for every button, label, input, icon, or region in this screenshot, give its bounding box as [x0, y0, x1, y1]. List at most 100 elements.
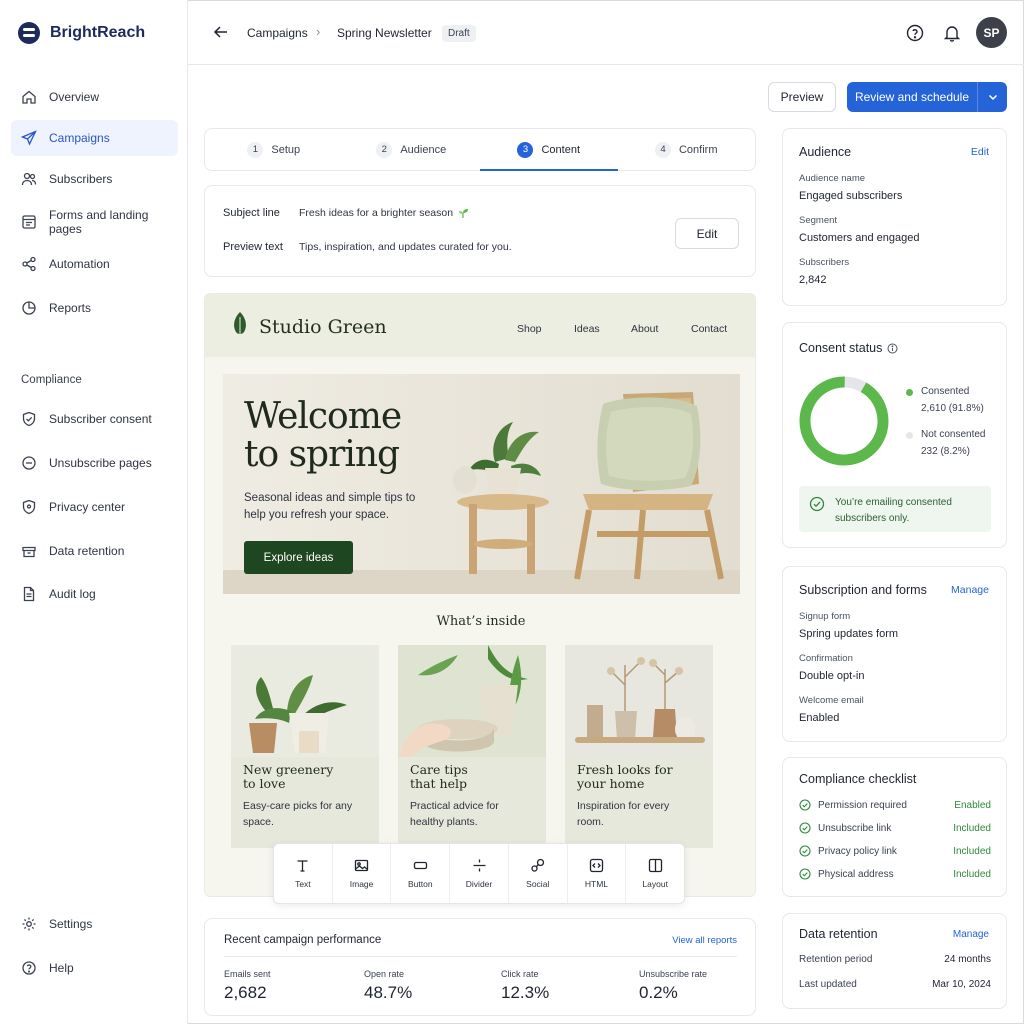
step-number: 4 [654, 141, 671, 158]
block-layout-button[interactable]: Layout [626, 844, 684, 903]
breadcrumb-current: Spring Newsletter [337, 26, 432, 40]
brand[interactable]: BrightReach [18, 22, 145, 44]
retention-period-label: Retention period [799, 954, 873, 965]
text-icon [297, 860, 308, 872]
performance-title: Recent campaign performance [224, 934, 382, 946]
block-button-button[interactable]: Button [391, 844, 451, 903]
archive-icon [22, 546, 36, 558]
block-social-button[interactable]: Social [509, 844, 568, 903]
review-and-schedule-button[interactable]: Review and schedule [847, 82, 1007, 112]
confirmation-value: Double opt-in [799, 670, 865, 682]
email-preview[interactable]: Studio Green Shop Ideas About Contact We… [204, 293, 756, 897]
sidebar-item-help[interactable]: Help [11, 950, 178, 986]
check-circle-icon [799, 868, 811, 880]
manage-subscription-link[interactable]: Manage [951, 584, 989, 596]
compliance-checklist-panel: Compliance checklist Permission required… [782, 757, 1007, 897]
tile-title-line-2: that help [410, 776, 467, 791]
checklist-item-label: Physical address [818, 868, 894, 880]
step-audience[interactable]: 2 Audience [343, 129, 481, 170]
code-icon [589, 858, 604, 873]
sidebar-item-forms[interactable]: Forms and landing pages [11, 204, 178, 240]
step-number: 2 [376, 141, 393, 158]
preview-button[interactable]: Preview [768, 82, 836, 112]
email-tile[interactable]: Care tips that help Practical advice for … [398, 645, 546, 848]
legend-not-consented-label: Not consented [921, 429, 986, 440]
sidebar-item-settings[interactable]: Settings [11, 906, 178, 942]
tool-label: Image [349, 879, 374, 889]
last-updated-value: Mar 10, 2024 [932, 979, 991, 990]
tile-title-line-1: Care tips [410, 762, 468, 777]
tile-title-line-1: New greenery [243, 762, 334, 777]
avatar[interactable]: SP [976, 17, 1007, 48]
view-all-reports-link[interactable]: View all reports [672, 935, 737, 946]
audience-name-label: Audience name [799, 173, 866, 184]
sidebar-item-reports[interactable]: Reports [11, 290, 178, 326]
sidebar-item-campaigns[interactable]: Campaigns [11, 120, 178, 156]
step-content[interactable]: 3 Content [480, 129, 618, 171]
whats-inside-heading: What’s inside [436, 614, 526, 629]
info-icon[interactable] [887, 343, 898, 354]
segment-label: Segment [799, 215, 838, 226]
divider-icon [473, 859, 486, 872]
sidebar-item-automation[interactable]: Automation [11, 246, 178, 282]
tool-label: HTML [584, 879, 609, 889]
email-nav-shop[interactable]: Shop [517, 323, 542, 335]
sidebar-item-subscriber-consent[interactable]: Subscriber consent [11, 401, 178, 437]
step-number: 3 [517, 141, 534, 158]
tile-description: Easy-care picks for any space. [243, 800, 353, 828]
sidebar-item-label: Audit log [49, 587, 96, 601]
checklist-item: Physical address Included [799, 866, 991, 882]
consent-notice-text: You’re emailing consented subscribers on… [835, 497, 952, 524]
tile-title: Fresh looks for your home [577, 763, 707, 791]
tile-title-line-1: Fresh looks for [577, 762, 673, 777]
last-updated-row: Last updated Mar 10, 2024 [799, 979, 991, 990]
block-text-button[interactable]: Text [274, 844, 333, 903]
legend-not-consented-dot [906, 432, 913, 439]
audience-name-value: Engaged subscribers [799, 190, 903, 202]
edit-subject-button[interactable]: Edit [675, 218, 739, 249]
form-icon [22, 215, 36, 229]
email-tile[interactable]: Fresh looks for your home Inspiration for… [565, 645, 713, 848]
arrow-left-icon[interactable] [212, 23, 230, 41]
divider [224, 956, 737, 957]
help-circle-icon[interactable] [905, 23, 925, 43]
email-nav-about[interactable]: About [631, 323, 658, 335]
sidebar-section-compliance: Compliance [21, 374, 82, 386]
checklist-item-label: Permission required [818, 799, 907, 811]
sidebar-item-subscribers[interactable]: Subscribers [11, 161, 178, 197]
tile-title-line-2: to love [243, 776, 286, 791]
schedule-dropdown-toggle[interactable] [977, 82, 1007, 112]
sidebar-item-data-retention[interactable]: Data retention [11, 533, 178, 569]
checklist-item-label: Unsubscribe link [818, 822, 892, 834]
preview-text-label: Preview text [223, 241, 283, 253]
manage-retention-link[interactable]: Manage [953, 929, 989, 940]
audience-panel: Audience Edit Audience name Engaged subs… [782, 128, 1007, 306]
block-divider-button[interactable]: Divider [450, 844, 509, 903]
explore-ideas-button[interactable]: Explore ideas [244, 541, 353, 574]
block-html-button[interactable]: HTML [568, 844, 627, 903]
step-setup[interactable]: 1 Setup [205, 129, 343, 170]
layout-columns-icon [648, 858, 662, 873]
brightreach-logo-icon [18, 22, 40, 44]
step-confirm[interactable]: 4 Confirm [618, 129, 756, 170]
sidebar-item-label: Automation [49, 257, 110, 271]
sidebar-item-label: Subscribers [49, 172, 113, 186]
sidebar-item-audit-log[interactable]: Audit log [11, 576, 178, 612]
bell-icon[interactable] [942, 23, 962, 43]
sidebar-item-label: Settings [49, 917, 93, 931]
welcome-email-value: Enabled [799, 712, 840, 724]
breadcrumb-campaigns[interactable]: Campaigns [247, 26, 308, 40]
email-nav-ideas[interactable]: Ideas [574, 323, 600, 335]
email-tile[interactable]: New greenery to love Easy-care picks for … [231, 645, 379, 848]
sidebar-item-overview[interactable]: Overview [11, 79, 178, 115]
hero-title: Welcome to spring [244, 398, 444, 474]
edit-audience-link[interactable]: Edit [971, 146, 989, 158]
metric-value: 48.7% [364, 983, 413, 1002]
block-image-button[interactable]: Image [333, 844, 392, 903]
document-icon [23, 586, 35, 602]
legend-consented-value: 2,610 (91.8%) [921, 403, 984, 414]
email-nav-contact[interactable]: Contact [691, 323, 727, 335]
sidebar-item-privacy-center[interactable]: Privacy center [11, 489, 178, 525]
sidebar-item-unsubscribe-pages[interactable]: Unsubscribe pages [11, 445, 178, 481]
signup-form-value: Spring updates form [799, 628, 899, 640]
